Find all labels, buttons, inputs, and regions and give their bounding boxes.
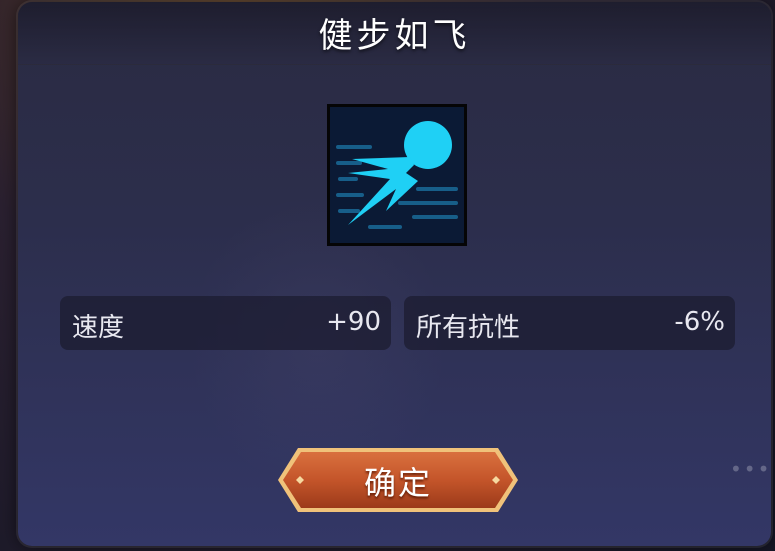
title-bar: 健步如飞: [18, 2, 771, 65]
stat-speed-label: 速度: [72, 313, 125, 343]
skill-dialog: 健步如飞 速度 +90 所有抗性 -6% 确定 •••: [18, 2, 771, 546]
stat-speed-value: +90: [326, 307, 381, 337]
confirm-button-label: 确定: [363, 464, 432, 502]
stat-resistance-label: 所有抗性: [416, 313, 521, 343]
dialog-title: 健步如飞: [318, 16, 471, 56]
stat-resistance-value: -6%: [674, 307, 725, 337]
speed-dash-icon: [327, 104, 467, 246]
stat-resistance: 所有抗性 -6%: [404, 296, 735, 350]
more-dots-icon: •••: [730, 457, 771, 481]
stat-speed: 速度 +90: [60, 296, 391, 350]
confirm-button[interactable]: 确定: [276, 446, 520, 514]
